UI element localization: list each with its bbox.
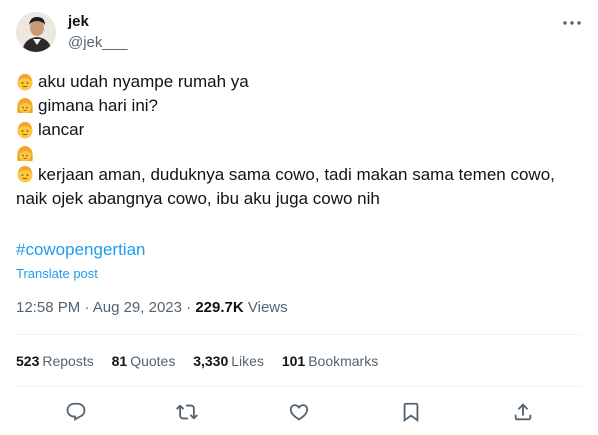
post-line <box>16 142 586 163</box>
post-line-text: aku udah nyampe rumah ya <box>38 72 249 91</box>
bookmarks-label: Bookmarks <box>308 353 379 369</box>
post-meta: 12:58 PM · Aug 29, 2023 · 229.7K Views <box>16 298 288 318</box>
reposts-stat[interactable]: 523 Reposts <box>16 353 94 369</box>
quotes-stat[interactable]: 81 Quotes <box>112 353 176 369</box>
quotes-label: Quotes <box>130 353 176 369</box>
woman-face-emoji <box>17 98 33 113</box>
person-face-emoji <box>17 122 33 139</box>
hashtag-link[interactable]: #cowopengertian <box>16 238 145 262</box>
action-bar <box>16 398 582 426</box>
likes-stat[interactable]: 3,330 Likes <box>193 353 264 369</box>
person-face-emoji <box>17 166 33 183</box>
post-text: aku udah nyampe rumah ya gimana hari ini… <box>16 70 586 211</box>
more-options-icon[interactable] <box>562 14 582 32</box>
divider <box>16 334 582 335</box>
post-line-text: gimana hari ini? <box>38 96 159 115</box>
post-card: jek @jek___ aku udah nyampe rumah ya gim… <box>0 0 598 435</box>
avatar-photo <box>16 12 56 52</box>
likes-count: 3,330 <box>193 353 229 369</box>
avatar[interactable] <box>16 12 56 52</box>
bookmarks-stat[interactable]: 101 Bookmarks <box>282 353 378 369</box>
author-handle[interactable]: @jek___ <box>68 33 127 53</box>
translate-post-link[interactable]: Translate post <box>16 265 98 283</box>
post-date[interactable]: Aug 29, 2023 <box>93 299 182 316</box>
author-name[interactable]: jek <box>68 12 89 32</box>
post-line: aku udah nyampe rumah ya <box>16 70 586 94</box>
like-icon <box>289 404 309 421</box>
woman-face-emoji <box>17 146 33 161</box>
post-line: lancar <box>16 118 586 142</box>
repost-icon <box>176 404 198 420</box>
views-label: Views <box>247 299 288 316</box>
post-line: kerjaan aman, duduknya sama cowo, tadi m… <box>16 163 586 211</box>
reply-button[interactable] <box>62 398 90 426</box>
like-button[interactable] <box>285 398 313 426</box>
divider <box>16 386 582 387</box>
reposts-count: 523 <box>16 353 40 369</box>
share-button[interactable] <box>509 398 537 426</box>
views-count: 229.7K <box>195 299 244 316</box>
post-line-text: lancar <box>38 120 85 139</box>
post-line: gimana hari ini? <box>16 94 586 118</box>
engagement-stats: 523 Reposts 81 Quotes 3,330 Likes 101 Bookma… <box>16 351 392 371</box>
reply-icon <box>66 402 86 421</box>
reposts-label: Reposts <box>42 353 94 369</box>
post-time[interactable]: 12:58 PM <box>16 299 80 316</box>
share-icon <box>514 403 532 421</box>
meta-separator: · <box>186 299 192 316</box>
repost-button[interactable] <box>173 398 201 426</box>
quotes-count: 81 <box>111 353 128 369</box>
post-line-text: kerjaan aman, duduknya sama cowo, tadi m… <box>16 165 555 208</box>
bookmark-icon <box>403 402 419 423</box>
bookmarks-count: 101 <box>281 353 306 369</box>
person-face-emoji <box>17 74 33 91</box>
likes-label: Likes <box>231 353 264 369</box>
bookmark-button[interactable] <box>397 398 425 426</box>
meta-separator: · <box>84 299 90 316</box>
